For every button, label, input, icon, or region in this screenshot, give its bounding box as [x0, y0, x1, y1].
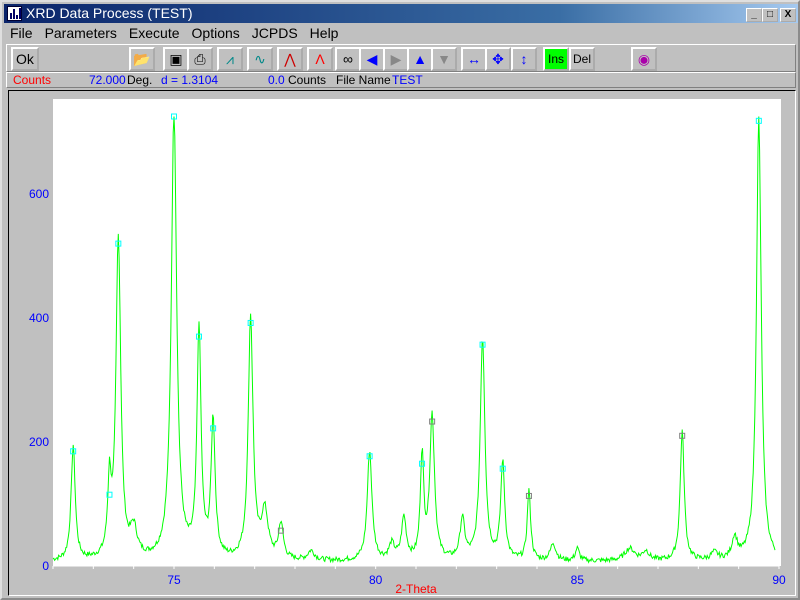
- counts-value: 0.0: [268, 73, 285, 87]
- menu-jcpds[interactable]: JCPDS: [246, 24, 304, 43]
- y-tick-label: 200: [29, 435, 49, 449]
- arrow-right-icon: ▶: [390, 50, 402, 67]
- expand-vertical-button[interactable]: ↕: [511, 47, 537, 71]
- x-tick-label: 75: [167, 573, 181, 587]
- smooth-button[interactable]: ∿: [247, 47, 273, 71]
- file-name-label: File Name :: [336, 73, 398, 87]
- binoculars-button[interactable]: ∞: [335, 47, 361, 71]
- open-folder-icon: 📂: [133, 50, 151, 67]
- background-icon: ⋀: [284, 50, 296, 67]
- del-button[interactable]: Del: [569, 47, 595, 71]
- degree-unit: Deg.: [127, 73, 153, 87]
- d-spacing: d = 1.3104: [161, 73, 219, 87]
- menu-options[interactable]: Options: [186, 24, 246, 43]
- xrd-chart[interactable]: 75 80 85 90 0 200 400 600 2-Theta: [9, 91, 795, 595]
- save-disk-button[interactable]: ▣: [163, 47, 189, 71]
- open-folder-button[interactable]: 📂: [129, 47, 155, 71]
- menu-help[interactable]: Help: [304, 24, 345, 43]
- expand-horizontal-icon: ↔: [467, 51, 481, 67]
- expand-horizontal-button[interactable]: ↔: [461, 47, 487, 71]
- x-tick-label: 85: [571, 573, 585, 587]
- save-disk-icon: ▣: [169, 50, 183, 67]
- arrow-left-button[interactable]: ◀: [359, 47, 385, 71]
- close-button[interactable]: X: [780, 8, 796, 22]
- binoculars-icon: ∞: [343, 51, 353, 67]
- menu-parameters[interactable]: Parameters: [39, 24, 123, 43]
- ins-button[interactable]: Ins: [543, 47, 569, 71]
- arrow-left-icon: ◀: [366, 50, 378, 67]
- arrow-down-icon: ▼: [437, 51, 451, 67]
- status-label: Counts: [13, 73, 52, 87]
- peaks-button[interactable]: ⩘: [217, 47, 243, 71]
- menu-execute[interactable]: Execute: [123, 24, 186, 43]
- x-tick-label: 90: [772, 573, 786, 587]
- print-icon: ⎙: [194, 50, 206, 67]
- background-button[interactable]: ⋀: [277, 47, 303, 71]
- title-bar: XRD Data Process (TEST) _ □ X: [4, 4, 798, 23]
- expand-all-button[interactable]: ✥: [485, 47, 511, 71]
- app-window: XRD Data Process (TEST) _ □ X File Param…: [0, 0, 800, 600]
- file-name: TEST: [392, 73, 423, 87]
- maximize-button[interactable]: □: [762, 8, 778, 22]
- cd-icon: ◉: [637, 50, 651, 67]
- toolbar: Ok 📂 ▣ ⎙ ⩘ ∿ ⋀ Λ ∞ ◀ ▶ ▲ ▼ ↔ ✥ ↕ ◉ Ins Del: [6, 44, 796, 72]
- y-tick-label: 400: [29, 311, 49, 325]
- expand-vertical-icon: ↕: [520, 51, 528, 67]
- smooth-icon: ∿: [254, 50, 266, 67]
- counts-unit: Counts: [288, 73, 327, 87]
- print-button[interactable]: ⎙: [187, 47, 213, 71]
- peak-fit-icon: Λ: [315, 51, 325, 67]
- ok-button[interactable]: Ok: [11, 47, 39, 71]
- app-icon: [7, 6, 22, 21]
- y-tick-label: 600: [29, 187, 49, 201]
- menu-file[interactable]: File: [4, 24, 39, 43]
- chart-frame: 75 80 85 90 0 200 400 600 2-Theta: [8, 90, 796, 596]
- minimize-button[interactable]: _: [746, 8, 762, 22]
- status-bar: Counts 72.000 Deg. d = 1.3104 0.0 Counts…: [6, 72, 796, 88]
- arrow-up-button[interactable]: ▲: [407, 47, 433, 71]
- arrow-up-icon: ▲: [413, 51, 427, 67]
- peaks-icon: ⩘: [226, 50, 234, 67]
- degree-value: 72.000: [89, 73, 126, 87]
- x-axis-label: 2-Theta: [395, 582, 437, 595]
- expand-all-icon: ✥: [492, 50, 504, 67]
- x-tick-label: 80: [369, 573, 383, 587]
- arrow-down-button[interactable]: ▼: [431, 47, 457, 71]
- cd-button[interactable]: ◉: [631, 47, 657, 71]
- plot-area: [53, 99, 781, 566]
- arrow-right-button[interactable]: ▶: [383, 47, 409, 71]
- peak-fit-button[interactable]: Λ: [307, 47, 333, 71]
- y-tick-label: 0: [42, 559, 49, 573]
- menu-bar: File Parameters Execute Options JCPDS He…: [4, 24, 344, 43]
- window-title: XRD Data Process (TEST): [26, 5, 193, 21]
